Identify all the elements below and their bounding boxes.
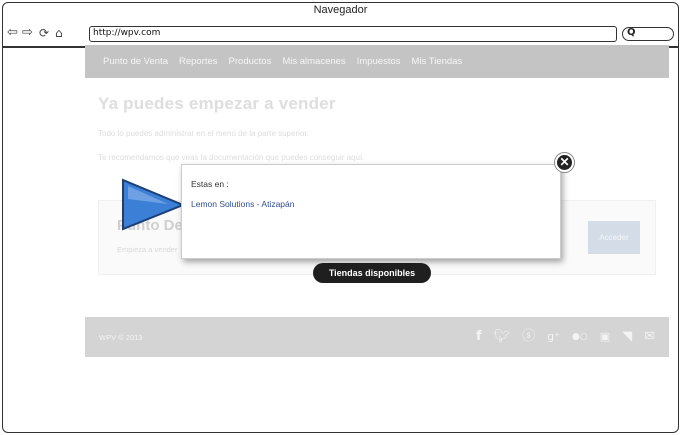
page-title: Ya puedes empezar a vender (98, 94, 336, 113)
current-store-popup: Estas en : Lemon Solutions - Atizapán (181, 164, 561, 259)
mail-icon[interactable]: ✉ (644, 327, 655, 347)
nav-item-mis-tiendas[interactable]: Mis Tiendas (412, 45, 463, 78)
home-icon[interactable]: ⌂ (55, 26, 63, 40)
browser-toolbar: ⇦ ⇨ ⟳ ⌂ http://wpv.com Q (3, 23, 678, 45)
reload-icon[interactable]: ⟳ (39, 26, 49, 40)
nav-item-punto-de-venta[interactable]: Punto de Venta (103, 45, 168, 78)
twitter-icon[interactable]: 🐦︎ (494, 327, 511, 347)
url-field[interactable]: http://wpv.com (89, 26, 617, 42)
pointer-arrow-icon (122, 178, 186, 231)
store-subtitle: Empieza a vender (117, 245, 178, 254)
back-arrow-icon[interactable]: ⇦ (7, 26, 18, 40)
hero-recommendation: Te recomendamos que veas la documentació… (98, 153, 365, 162)
current-store-link[interactable]: Lemon Solutions - Atizapán (191, 199, 294, 209)
facebook-icon[interactable]: f (476, 327, 482, 347)
nav-item-productos[interactable]: Productos (229, 45, 272, 78)
close-icon[interactable]: ✕ (555, 153, 574, 172)
window-title: Navegador (313, 4, 368, 16)
forward-arrow-icon[interactable]: ⇨ (22, 26, 33, 40)
main-nav: Punto de Venta Reportes Productos Mis al… (85, 45, 669, 78)
page-footer: WPV © 2013 f 🐦︎ ⓢ g⁺ ●○ ▣ ◥ ✉ (85, 317, 669, 357)
youtube-icon[interactable]: ▣ (600, 327, 610, 347)
google-plus-icon[interactable]: g⁺ (547, 327, 560, 347)
footer-copyright: WPV © 2013 (99, 333, 143, 342)
skype-icon[interactable]: ⓢ (522, 327, 535, 347)
popup-label: Estas en : (191, 179, 229, 189)
search-icon: Q (627, 27, 636, 38)
hero-description: Todo lo puedes administrar en el menú de… (98, 129, 309, 138)
nav-item-impuestos[interactable]: Impuestos (357, 45, 401, 78)
flickr-icon[interactable]: ●○ (572, 327, 588, 347)
rss-icon[interactable]: ◥ (622, 327, 632, 347)
social-links: f 🐦︎ ⓢ g⁺ ●○ ▣ ◥ ✉ (476, 327, 655, 347)
nav-item-mis-almacenes[interactable]: Mis almacenes (282, 45, 345, 78)
nav-item-reportes[interactable]: Reportes (179, 45, 218, 78)
available-stores-button[interactable]: Tiendas disponibles (313, 263, 431, 283)
access-button[interactable]: Acceder (588, 221, 640, 254)
search-field[interactable]: Q (622, 27, 674, 41)
